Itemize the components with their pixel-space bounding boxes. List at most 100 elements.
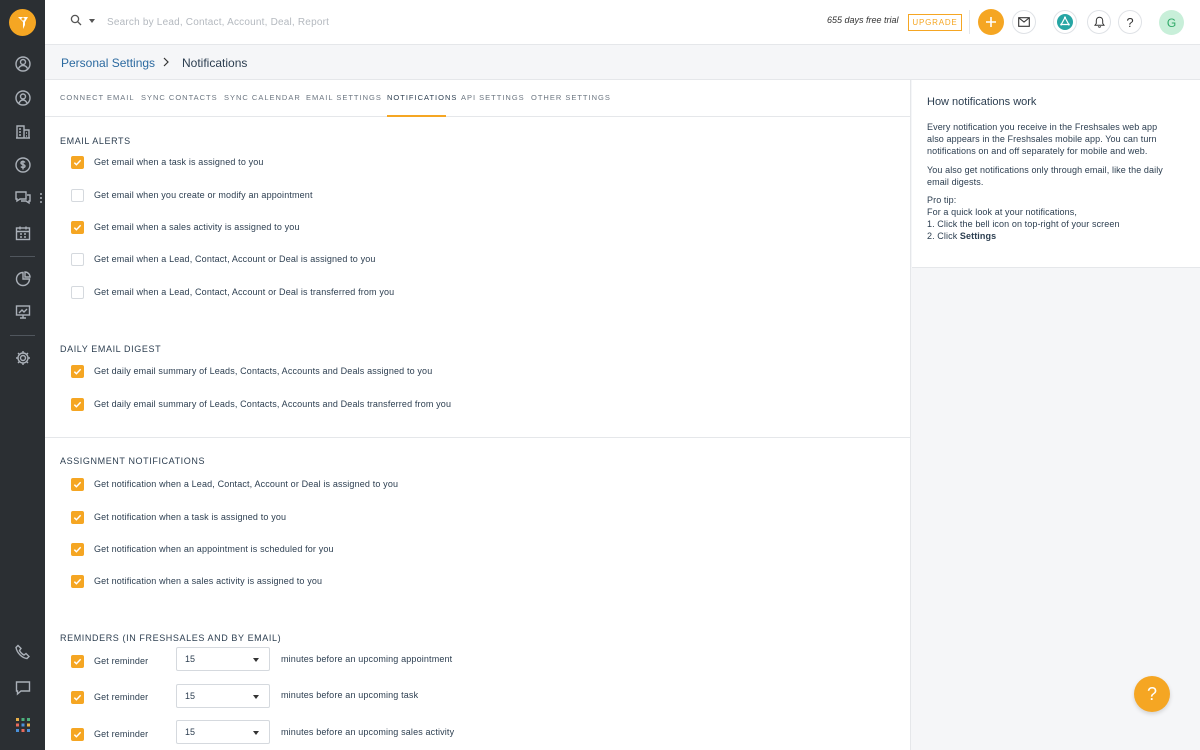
tab-connect-email[interactable]: CONNECT EMAIL xyxy=(60,93,135,102)
notifications-button[interactable] xyxy=(1087,10,1111,34)
email-alert-checkbox[interactable] xyxy=(71,155,84,169)
email-alert-label: Get email when a Lead, Contact, Account … xyxy=(94,287,395,297)
tab-other-settings[interactable]: OTHER SETTINGS xyxy=(531,93,611,102)
contacts-icon[interactable] xyxy=(13,88,33,108)
accounts-icon[interactable] xyxy=(13,122,33,142)
phone-icon[interactable] xyxy=(13,642,33,662)
caret-down-icon xyxy=(253,695,259,699)
reminder-row: Get reminder xyxy=(71,690,148,704)
help-button[interactable]: ? xyxy=(1118,10,1142,34)
calendar-icon[interactable] xyxy=(13,223,33,243)
help-side-panel: How notifications work Every notificatio… xyxy=(912,80,1200,268)
section-title-assignment: ASSIGNMENT NOTIFICATIONS xyxy=(60,456,206,466)
checkmark-icon xyxy=(73,731,82,738)
tab-sync-calendar[interactable]: SYNC CALENDAR xyxy=(224,93,301,102)
checkmark-icon xyxy=(73,578,82,585)
digest-checkbox[interactable] xyxy=(71,397,84,411)
freshconnect-button[interactable] xyxy=(1053,10,1077,34)
leads-icon[interactable] xyxy=(13,54,33,74)
pro-tip-line: For a quick look at your notifications, xyxy=(927,207,1077,217)
search-scope-dropdown-icon[interactable] xyxy=(89,19,95,23)
email-alert-label: Get email when a task is assigned to you xyxy=(94,157,264,167)
reminder-minutes-value: 15 xyxy=(185,654,196,664)
caret-down-icon xyxy=(253,731,259,735)
reports-icon[interactable] xyxy=(13,302,33,322)
email-alert-checkbox[interactable] xyxy=(71,188,84,202)
breadcrumb-personal-settings[interactable]: Personal Settings xyxy=(61,56,155,70)
assignment-row: Get notification when a Lead, Contact, A… xyxy=(71,477,398,491)
reminder-minutes-select[interactable]: 15 xyxy=(176,647,270,671)
assignment-checkbox[interactable] xyxy=(71,477,84,491)
reminder-minutes-value: 15 xyxy=(185,727,196,737)
chat-icon[interactable] xyxy=(13,678,33,698)
checkmark-icon xyxy=(73,514,82,521)
assignment-checkbox[interactable] xyxy=(71,542,84,556)
section-title-reminders: REMINDERS (IN FRESHSALES AND BY EMAIL) xyxy=(60,633,282,643)
analytics-icon[interactable] xyxy=(13,269,33,289)
reminder-suffix: minutes before an upcoming appointment xyxy=(281,654,453,664)
email-alert-checkbox[interactable] xyxy=(71,252,84,266)
assignment-checkbox[interactable] xyxy=(71,510,84,524)
freshconnect-icon xyxy=(1057,14,1073,30)
tab-notifications[interactable]: NOTIFICATIONS xyxy=(387,93,457,102)
reminder-minutes-select[interactable]: 15 xyxy=(176,720,270,744)
help-question-icon: ? xyxy=(1126,14,1134,30)
reminder-checkbox[interactable] xyxy=(71,690,84,704)
reminder-row: Get reminder xyxy=(71,727,148,741)
upgrade-button[interactable]: UPGRADE xyxy=(908,14,962,31)
more-dots-icon[interactable] xyxy=(40,193,43,205)
assignment-label: Get notification when a task is assigned… xyxy=(94,512,287,522)
mail-button[interactable] xyxy=(1012,10,1036,34)
trial-days-text: 655 days free trial xyxy=(827,15,899,25)
settings-gear-icon[interactable] xyxy=(13,348,33,368)
search-icon[interactable] xyxy=(70,14,84,28)
checkmark-icon xyxy=(73,658,82,665)
reminder-label: Get reminder xyxy=(94,692,149,702)
email-alert-label: Get email when you create or modify an a… xyxy=(94,190,313,200)
tab-api-settings[interactable]: API SETTINGS xyxy=(461,93,525,102)
user-avatar[interactable]: G xyxy=(1159,10,1184,35)
digest-label: Get daily email summary of Leads, Contac… xyxy=(94,399,452,409)
email-alert-row: Get email when a sales activity is assig… xyxy=(71,220,300,234)
caret-down-icon xyxy=(253,658,259,662)
reminder-suffix: minutes before an upcoming task xyxy=(281,690,419,700)
rail-divider xyxy=(10,256,35,257)
checkmark-icon xyxy=(73,224,82,231)
reminder-label: Get reminder xyxy=(94,656,149,666)
help-text-line: You also get notifications only through … xyxy=(927,165,1163,175)
settings-main-panel: CONNECT EMAIL SYNC CONTACTS SYNC CALENDA… xyxy=(45,80,911,750)
digest-checkbox[interactable] xyxy=(71,364,84,378)
digest-row: Get daily email summary of Leads, Contac… xyxy=(71,397,451,411)
tab-email-settings[interactable]: EMAIL SETTINGS xyxy=(306,93,382,102)
section-divider xyxy=(45,437,911,438)
reminder-checkbox[interactable] xyxy=(71,654,84,668)
deals-icon[interactable] xyxy=(13,155,33,175)
tab-sync-contacts[interactable]: SYNC CONTACTS xyxy=(141,93,218,102)
apps-grid-icon[interactable] xyxy=(13,715,33,735)
pro-tip-prefix: 2. Click xyxy=(927,231,960,241)
assignment-checkbox[interactable] xyxy=(71,574,84,588)
email-alert-row: Get email when you create or modify an a… xyxy=(71,188,313,202)
freshsales-logo[interactable] xyxy=(9,9,36,36)
help-fab-button[interactable]: ? xyxy=(1134,676,1170,712)
help-text-line: notifications on and off separately for … xyxy=(927,146,1148,156)
reminder-label: Get reminder xyxy=(94,729,149,739)
email-alert-row: Get email when a Lead, Contact, Account … xyxy=(71,285,394,299)
email-alert-label: Get email when a sales activity is assig… xyxy=(94,222,300,232)
pro-tip-line: 1. Click the bell icon on top-right of y… xyxy=(927,219,1120,229)
checkmark-icon xyxy=(73,368,82,375)
conversations-icon[interactable] xyxy=(13,188,33,208)
reminder-checkbox[interactable] xyxy=(71,727,84,741)
quick-add-button[interactable] xyxy=(978,9,1004,35)
breadcrumb: Personal Settings Notifications xyxy=(45,45,1200,80)
reminder-suffix: minutes before an upcoming sales activit… xyxy=(281,727,455,737)
email-alert-row: Get email when a task is assigned to you xyxy=(71,155,264,169)
assignment-label: Get notification when a sales activity i… xyxy=(94,576,323,586)
email-alert-checkbox[interactable] xyxy=(71,285,84,299)
assignment-row: Get notification when a task is assigned… xyxy=(71,510,286,524)
assignment-row: Get notification when a sales activity i… xyxy=(71,574,322,588)
pro-tip-settings-bold: Settings xyxy=(959,231,997,241)
reminder-minutes-select[interactable]: 15 xyxy=(176,684,270,708)
email-alert-checkbox[interactable] xyxy=(71,220,84,234)
global-search-input[interactable] xyxy=(107,12,527,32)
